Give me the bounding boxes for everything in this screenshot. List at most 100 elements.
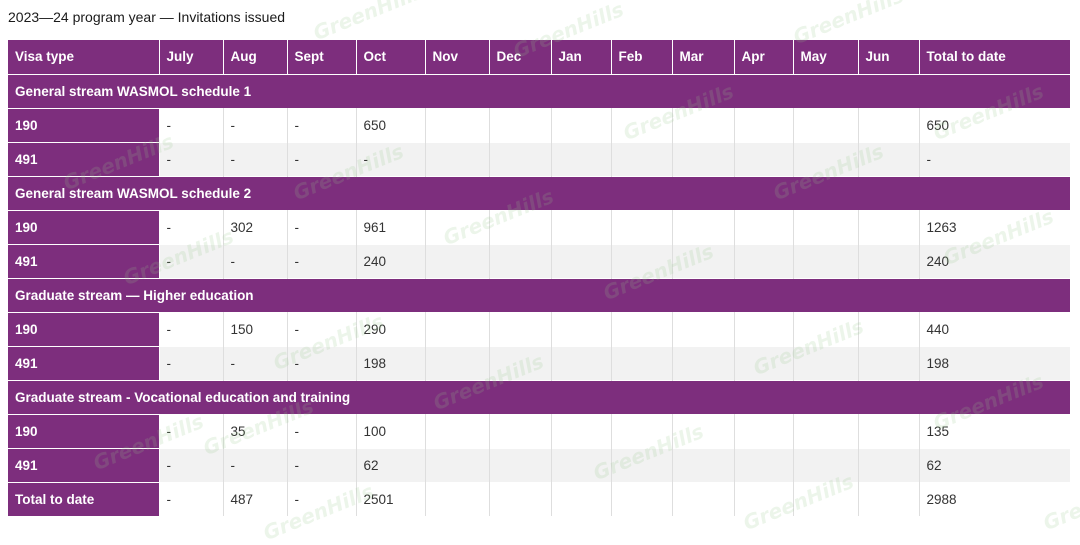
table-cell: 198 (919, 345, 1070, 380)
section-label: Graduate stream — Higher education (8, 277, 1070, 312)
table-cell (551, 345, 612, 380)
table-row: 491- - -198 198 (8, 345, 1070, 380)
table-row: 491- - - - - (8, 141, 1070, 176)
table-cell: 650 (919, 107, 1070, 142)
table-header: Visa type July Aug Sept Oct Nov Dec Jan Feb Mar Ap… (8, 40, 1070, 74)
table-cell (734, 345, 794, 380)
table-cell: 290 (356, 311, 426, 346)
table-cell (858, 481, 920, 516)
table-cell: - (919, 141, 1070, 176)
column-header: May (793, 40, 859, 74)
table-cell: 62 (919, 447, 1070, 482)
column-header: Nov (425, 40, 490, 74)
table-cell: - (356, 141, 426, 176)
table-cell (793, 141, 859, 176)
table-cell (611, 481, 673, 516)
column-header: Aug (223, 40, 288, 74)
table-cell (858, 345, 920, 380)
table-cell: 240 (919, 243, 1070, 278)
table-cell: - (159, 243, 224, 278)
table-cell (793, 311, 859, 346)
table-cell: - (159, 141, 224, 176)
table-cell (734, 209, 794, 244)
table-cell: 2988 (919, 481, 1070, 516)
column-header: Jun (858, 40, 920, 74)
table-cell: 240 (356, 243, 426, 278)
table-cell: 135 (919, 413, 1070, 448)
column-header: Apr (734, 40, 794, 74)
table-cell (858, 311, 920, 346)
table-cell (611, 447, 673, 482)
table-cell (489, 413, 552, 448)
table-cell (611, 311, 673, 346)
table-cell (425, 345, 490, 380)
table-cell: 2501 (356, 481, 426, 516)
table-cell (672, 447, 735, 482)
table-cell (672, 243, 735, 278)
table-cell (734, 447, 794, 482)
row-label: 190 (8, 311, 160, 346)
section-row: General stream WASMOL schedule 2 (8, 175, 1070, 210)
column-header: Sept (287, 40, 357, 74)
table-cell: - (287, 141, 357, 176)
table-cell (489, 141, 552, 176)
section-row: General stream WASMOL schedule 1 (8, 73, 1070, 108)
table-cell (489, 345, 552, 380)
table-cell: - (159, 311, 224, 346)
table-cell (672, 107, 735, 142)
table-cell (672, 209, 735, 244)
table-cell (734, 311, 794, 346)
row-label: 491 (8, 141, 160, 176)
table-cell (551, 209, 612, 244)
table-cell (425, 481, 490, 516)
table-cell: 150 (223, 311, 288, 346)
table-cell (858, 107, 920, 142)
table-row: 491- - -62 62 (8, 447, 1070, 482)
column-header: Feb (611, 40, 673, 74)
table-cell: - (287, 481, 357, 516)
table-cell (611, 141, 673, 176)
table-cell: - (223, 107, 288, 142)
column-header: Jan (551, 40, 612, 74)
table-cell (793, 447, 859, 482)
table-cell (551, 481, 612, 516)
table-cell (734, 141, 794, 176)
table-cell (425, 311, 490, 346)
table-cell (611, 413, 673, 448)
table-cell: 198 (356, 345, 426, 380)
table-cell (672, 413, 735, 448)
row-label: 190 (8, 413, 160, 448)
table-cell: - (159, 413, 224, 448)
column-header: Total to date (919, 40, 1070, 74)
table-cell (858, 447, 920, 482)
table-body: General stream WASMOL schedule 1 190- - -65… (8, 73, 1070, 516)
section-row: Graduate stream — Higher education (8, 277, 1070, 312)
invitations-table: Visa type July Aug Sept Oct Nov Dec Jan Feb Mar Ap… (8, 40, 1070, 516)
table-row: Total to date -487-2501 2988 (8, 481, 1070, 516)
table-cell (793, 413, 859, 448)
table-cell (425, 447, 490, 482)
row-label: 190 (8, 107, 160, 142)
table-cell (734, 243, 794, 278)
table-cell (611, 107, 673, 142)
table-cell (489, 481, 552, 516)
table-cell (672, 481, 735, 516)
table-cell (858, 209, 920, 244)
table-cell: - (159, 345, 224, 380)
table-cell: - (287, 345, 357, 380)
table-cell (734, 413, 794, 448)
table-cell (425, 209, 490, 244)
table-cell (425, 107, 490, 142)
table-row: 190-35-100 135 (8, 413, 1070, 448)
table-cell (611, 345, 673, 380)
table-cell (793, 107, 859, 142)
table-cell: - (287, 209, 357, 244)
table-cell (551, 447, 612, 482)
section-label: General stream WASMOL schedule 1 (8, 73, 1070, 108)
table-cell (858, 413, 920, 448)
table-cell (489, 107, 552, 142)
table-cell: 62 (356, 447, 426, 482)
table-cell: - (287, 311, 357, 346)
table-cell (551, 141, 612, 176)
table-cell (734, 107, 794, 142)
